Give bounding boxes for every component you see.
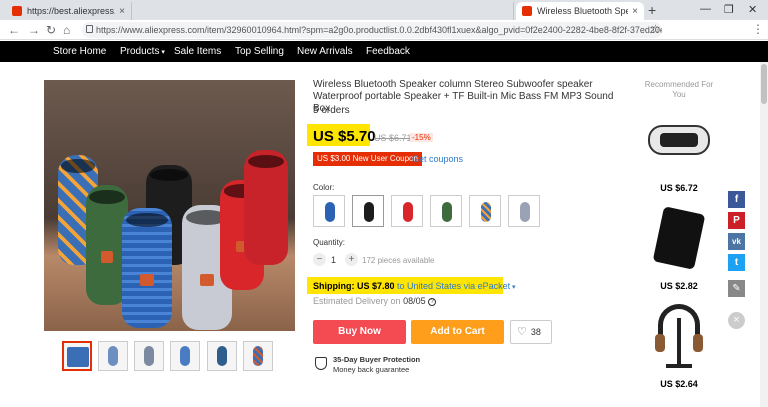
chevron-down-icon: ▾ — [159, 49, 165, 56]
tab-close-icon[interactable]: × — [119, 6, 125, 17]
recommended-item-2-image[interactable] — [640, 200, 718, 272]
scrollbar-thumb[interactable] — [761, 64, 767, 104]
thumbnail-5[interactable] — [207, 341, 237, 371]
shipping-info[interactable]: Shipping: US $7.80 to United States via … — [313, 281, 516, 291]
twitter-icon[interactable]: t — [728, 254, 745, 271]
original-price: US $6.71 — [374, 133, 412, 143]
protection-subtitle: Money back guarantee — [333, 365, 410, 374]
tab-title: https://best.aliexpress.com/?lan — [27, 6, 116, 16]
new-tab-icon[interactable]: + — [648, 2, 656, 18]
reload-icon[interactable]: ↻ — [46, 23, 56, 37]
tab-close-icon[interactable]: × — [632, 6, 638, 17]
page-scrollbar[interactable] — [760, 62, 768, 407]
delivery-label: Estimated Delivery on — [313, 296, 401, 306]
recommended-item-2-price[interactable]: US $2.82 — [640, 281, 718, 291]
back-icon[interactable]: ← — [8, 23, 20, 37]
thumbnail-4[interactable] — [170, 341, 200, 371]
thumbnail-6[interactable] — [243, 341, 273, 371]
browser-tab-2[interactable] — [134, 2, 514, 20]
lock-icon — [86, 25, 93, 33]
buyer-protection: 35-Day Buyer Protection Money back guara… — [333, 355, 420, 375]
quantity-value[interactable]: 1 — [331, 255, 336, 265]
browser-tab-active[interactable]: Wireless Bluetooth Speaker co × — [516, 2, 644, 20]
shipping-cost: Shipping: US $7.80 — [313, 281, 395, 291]
color-swatch-red[interactable] — [391, 195, 423, 227]
delivery-date: 08/05 — [403, 296, 426, 306]
chevron-down-icon: ▾ — [510, 284, 516, 291]
window-close-icon[interactable]: ✕ — [748, 3, 757, 16]
orders-count: 5 orders — [313, 105, 350, 116]
quantity-label: Quantity: — [313, 238, 346, 247]
color-label: Color: — [313, 183, 335, 192]
browser-menu-icon[interactable]: ⋮ — [752, 22, 764, 36]
url-input[interactable]: https://www.aliexpress.com/item/32960010… — [82, 22, 662, 38]
browser-tab-1[interactable]: https://best.aliexpress.com/?lan × — [6, 2, 132, 20]
nav-new-arrivals[interactable]: New Arrivals — [297, 46, 353, 57]
aliexpress-favicon-icon — [522, 6, 532, 16]
new-user-coupon-badge[interactable]: US $3.00 New User Coupon — [313, 152, 422, 166]
recommended-item-3-price[interactable]: US $2.64 — [640, 379, 718, 389]
speaker-illustration — [122, 208, 172, 328]
thumbnail-1[interactable] — [62, 341, 92, 371]
estimated-delivery: Estimated Delivery on 08/05 ? — [313, 296, 437, 306]
pieces-available: 172 pieces available — [362, 256, 435, 265]
recommended-item-1-image[interactable] — [640, 103, 718, 175]
price: US $5.70 — [313, 128, 376, 145]
add-to-cart-button[interactable]: Add to Cart — [411, 320, 504, 344]
shipping-method: to United States via ePacket — [397, 281, 511, 291]
powerbank-icon — [652, 206, 706, 270]
edit-icon[interactable]: ✎ — [728, 280, 745, 297]
color-swatch-blue[interactable] — [313, 195, 345, 227]
maximize-icon[interactable]: ❐ — [724, 3, 734, 16]
aliexpress-favicon-icon — [12, 6, 22, 16]
discount-badge: -15% — [410, 133, 433, 142]
pinterest-icon[interactable]: P — [728, 212, 745, 229]
protection-title: 35-Day Buyer Protection — [333, 355, 421, 364]
help-icon[interactable]: ? — [428, 297, 437, 306]
color-swatch-pattern[interactable] — [469, 195, 501, 227]
facebook-icon[interactable]: f — [728, 191, 745, 208]
thumbnail-2[interactable] — [98, 341, 128, 371]
minimize-icon[interactable]: — — [700, 3, 711, 15]
forward-icon[interactable]: → — [28, 23, 40, 37]
store-nav-bar: Store Home Products ▾ Sale Items Top Sel… — [0, 41, 768, 62]
quantity-decrease-button[interactable]: − — [313, 253, 326, 266]
recommended-item-1-price[interactable]: US $6.72 — [640, 183, 718, 193]
get-coupons-link[interactable]: Get coupons — [412, 154, 463, 164]
product-title: Wireless Bluetooth Speaker column Stereo… — [313, 79, 614, 114]
browser-tab-bar: https://best.aliexpress.com/?lan × Wirel… — [0, 0, 768, 20]
shield-check-icon — [315, 357, 327, 370]
speaker-illustration — [244, 150, 288, 265]
nav-products-label: Products — [120, 46, 160, 57]
nav-feedback[interactable]: Feedback — [366, 46, 410, 57]
quantity-increase-button[interactable]: + — [345, 253, 358, 266]
nav-top-selling[interactable]: Top Selling — [235, 46, 284, 57]
product-main-image[interactable] — [44, 80, 295, 331]
recommended-item-3-image[interactable] — [640, 298, 718, 370]
tab-title: Wireless Bluetooth Speaker co — [537, 6, 629, 16]
color-swatch-grey[interactable] — [508, 195, 540, 227]
recommended-title: Recommended For You — [644, 80, 714, 99]
home-icon[interactable]: ⌂ — [63, 23, 70, 37]
nav-store-home[interactable]: Store Home — [53, 46, 106, 57]
vk-icon[interactable]: vk — [728, 233, 745, 250]
bookmark-star-icon[interactable]: ☆ — [650, 22, 661, 36]
thumbnail-3[interactable] — [134, 341, 164, 371]
wishlist-count: 38 — [530, 327, 541, 337]
heart-icon: ♡ — [517, 326, 527, 338]
close-icon[interactable]: × — [728, 312, 745, 329]
color-swatch-black[interactable] — [352, 195, 384, 227]
color-swatch-camo[interactable] — [430, 195, 462, 227]
nav-sale-items[interactable]: Sale Items — [174, 46, 221, 57]
wishlist-button[interactable]: ♡ 38 — [510, 320, 552, 344]
buy-now-button[interactable]: Buy Now — [313, 320, 406, 344]
nav-products[interactable]: Products ▾ — [120, 46, 165, 57]
